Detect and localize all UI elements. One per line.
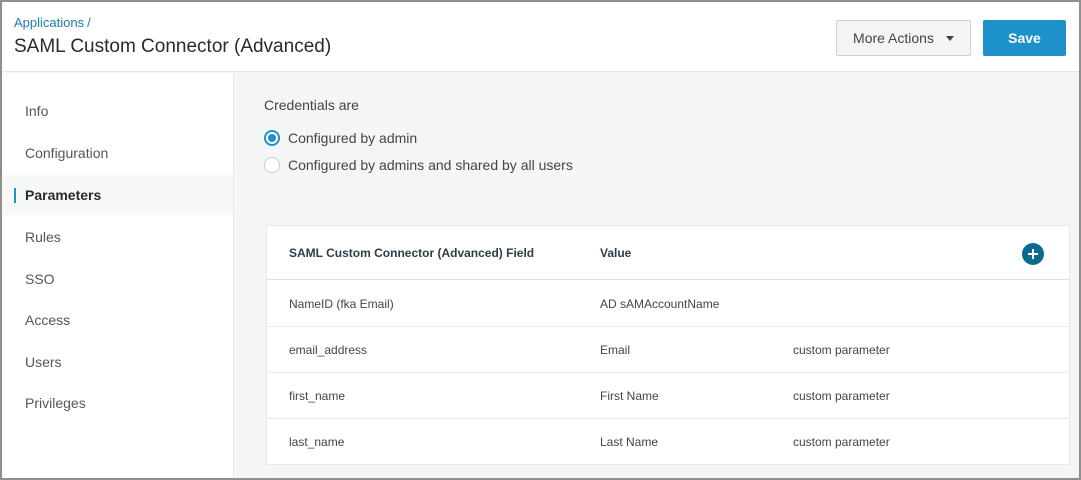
field-cell: first_name [289,389,346,403]
sidebar-item-users[interactable]: Users [2,342,233,382]
sidebar-item-rules[interactable]: Rules [2,217,233,257]
table-row[interactable]: last_name Last Name custom parameter [267,419,1069,465]
parameters-table: SAML Custom Connector (Advanced) Field V… [266,225,1070,465]
sidebar-item-label: Info [25,103,49,119]
sidebar-item-label: Rules [25,229,61,245]
more-actions-button[interactable]: More Actions [836,20,971,56]
radio-label: Configured by admins and shared by all u… [288,157,573,173]
radio-dot [268,134,276,142]
page-header: Applications / SAML Custom Connector (Adv… [2,2,1079,72]
sidebar-item-configuration[interactable]: Configuration [2,133,233,173]
table-row[interactable]: NameID (fka Email) AD sAMAccountName [267,281,1069,327]
sidebar-item-label: Configuration [25,145,109,161]
main-content: Credentials are Configured by admin Conf… [235,73,1079,478]
value-cell: First Name [600,389,659,403]
sidebar-item-info[interactable]: Info [2,91,233,131]
sidebar-item-sso[interactable]: SSO [2,259,233,299]
sidebar-item-label: Parameters [25,187,102,203]
add-parameter-button[interactable] [1022,243,1044,265]
radio-configured-shared[interactable]: Configured by admins and shared by all u… [264,157,573,173]
radio-button-unchecked[interactable] [264,157,280,173]
page-title: SAML Custom Connector (Advanced) [14,36,332,57]
table-row[interactable]: email_address Email custom parameter [267,327,1069,373]
value-cell: Last Name [600,435,659,449]
sidebar-item-parameters[interactable]: Parameters [2,175,233,215]
breadcrumb: Applications / [14,15,91,30]
sidebar-nav: Info Configuration Parameters Rules SSO … [2,73,234,478]
plus-icon [1028,249,1038,259]
note-cell: custom parameter [793,389,890,403]
note-cell: custom parameter [793,343,890,357]
radio-label: Configured by admin [288,130,418,146]
radio-configured-by-admin[interactable]: Configured by admin [264,130,417,146]
sidebar-item-label: Access [25,312,71,328]
field-cell: email_address [289,343,368,357]
table-header: SAML Custom Connector (Advanced) Field V… [267,226,1069,280]
note-cell: custom parameter [793,435,890,449]
value-cell: AD sAMAccountName [600,297,720,311]
sidebar-item-access[interactable]: Access [2,300,233,340]
app-window: Applications / SAML Custom Connector (Adv… [0,0,1081,480]
caret-down-icon [945,35,954,41]
sidebar-item-label: SSO [25,271,55,287]
radio-button-checked[interactable] [264,130,280,146]
value-cell: Email [600,343,631,357]
breadcrumb-applications-link[interactable]: Applications [14,15,84,30]
save-button[interactable]: Save [983,20,1066,56]
breadcrumb-separator: / [87,15,91,30]
more-actions-label: More Actions [853,30,934,46]
table-row[interactable]: first_name First Name custom parameter [267,373,1069,419]
credentials-label: Credentials are [264,97,359,113]
sidebar-item-label: Privileges [25,395,86,411]
column-header-field: SAML Custom Connector (Advanced) Field [289,246,535,260]
column-header-value: Value [600,246,632,260]
field-cell: last_name [289,435,345,449]
field-cell: NameID (fka Email) [289,297,394,311]
sidebar-item-label: Users [25,354,62,370]
sidebar-item-privileges[interactable]: Privileges [2,383,233,423]
